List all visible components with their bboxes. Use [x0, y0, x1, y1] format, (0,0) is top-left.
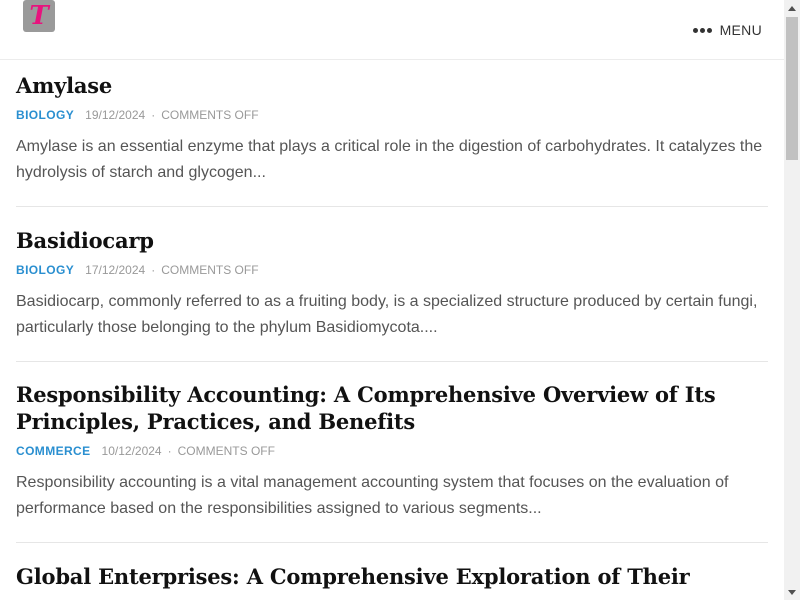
post-title-link[interactable]: Amylase [16, 72, 768, 99]
site-header: T MENU [0, 0, 784, 60]
post-comments-status: COMMENTS OFF [161, 108, 259, 122]
post-excerpt: Amylase is an essential enzyme that play… [16, 138, 763, 181]
post-comments-status: COMMENTS OFF [161, 263, 259, 277]
post-title-link[interactable]: Basidiocarp [16, 227, 768, 254]
post-title-link[interactable]: Responsibility Accounting: A Comprehensi… [16, 381, 768, 435]
meta-separator: · [151, 263, 156, 277]
scroll-up-arrow-icon[interactable] [784, 0, 800, 16]
post-excerpt: Responsibility accounting is a vital man… [16, 474, 729, 517]
post-meta: BIOLOGY 19/12/2024 · COMMENTS OFF [16, 108, 768, 122]
post-category-link[interactable]: COMMERCE [16, 444, 91, 458]
meta-separator: · [167, 444, 172, 458]
post-category-link[interactable]: BIOLOGY [16, 108, 74, 122]
more-dots-icon [692, 27, 712, 33]
scrollbar-thumb[interactable] [786, 17, 798, 160]
post-date: 19/12/2024 [85, 108, 146, 122]
post-item: Global Enterprises: A Comprehensive Expl… [16, 543, 768, 600]
post-category-link[interactable]: BIOLOGY [16, 263, 74, 277]
post-excerpt: Basidiocarp, commonly referred to as a f… [16, 293, 758, 336]
post-list: Amylase BIOLOGY 19/12/2024 · COMMENTS OF… [16, 60, 768, 600]
logo-letter: T [29, 1, 49, 31]
post-title-link[interactable]: Global Enterprises: A Comprehensive Expl… [16, 563, 768, 590]
post-item: Amylase BIOLOGY 19/12/2024 · COMMENTS OF… [16, 60, 768, 207]
page-scrollbar[interactable] [784, 0, 800, 600]
post-item: Basidiocarp BIOLOGY 17/12/2024 · COMMENT… [16, 207, 768, 362]
post-comments-status: COMMENTS OFF [177, 444, 275, 458]
scroll-down-arrow-icon[interactable] [784, 584, 800, 600]
site-logo[interactable]: T [23, 0, 55, 32]
post-meta: BIOLOGY 17/12/2024 · COMMENTS OFF [16, 263, 768, 277]
post-date: 10/12/2024 [101, 444, 162, 458]
post-date: 17/12/2024 [85, 263, 146, 277]
meta-separator: · [151, 108, 156, 122]
post-item: Responsibility Accounting: A Comprehensi… [16, 362, 768, 543]
menu-label: MENU [719, 22, 762, 38]
post-meta: COMMERCE 10/12/2024 · COMMENTS OFF [16, 444, 768, 458]
menu-button[interactable]: MENU [692, 21, 762, 39]
